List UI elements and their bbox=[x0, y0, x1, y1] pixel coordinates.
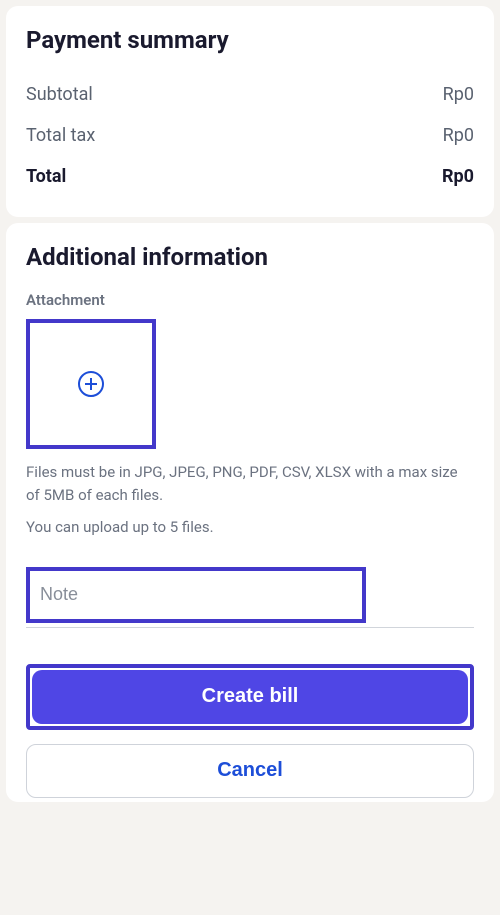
plus-circle-icon bbox=[78, 371, 104, 397]
payment-summary-card: Payment summary Subtotal Rp0 Total tax R… bbox=[6, 6, 494, 217]
upload-limit-hint: You can upload up to 5 files. bbox=[26, 516, 474, 539]
subtotal-row: Subtotal Rp0 bbox=[26, 74, 474, 115]
total-tax-label: Total tax bbox=[26, 125, 95, 146]
additional-info-title: Additional information bbox=[26, 243, 474, 271]
total-label: Total bbox=[26, 166, 66, 187]
create-bill-button[interactable]: Create bill bbox=[32, 670, 468, 724]
total-row: Total Rp0 bbox=[26, 156, 474, 197]
action-buttons: Create bill Cancel bbox=[26, 664, 474, 798]
subtotal-label: Subtotal bbox=[26, 84, 93, 105]
cancel-button[interactable]: Cancel bbox=[26, 744, 474, 798]
payment-summary-title: Payment summary bbox=[26, 26, 474, 54]
total-value: Rp0 bbox=[442, 166, 474, 187]
file-format-hint: Files must be in JPG, JPEG, PNG, PDF, CS… bbox=[26, 461, 474, 506]
total-tax-row: Total tax Rp0 bbox=[26, 115, 474, 156]
note-input[interactable] bbox=[30, 584, 362, 605]
note-underline bbox=[26, 627, 474, 628]
note-field-wrap[interactable] bbox=[26, 567, 366, 623]
attachment-upload-box[interactable] bbox=[26, 319, 156, 449]
additional-info-card: Additional information Attachment Files … bbox=[6, 223, 494, 802]
attachment-label: Attachment bbox=[26, 291, 474, 309]
create-button-highlight: Create bill bbox=[26, 664, 474, 730]
total-tax-value: Rp0 bbox=[443, 125, 474, 146]
subtotal-value: Rp0 bbox=[443, 84, 474, 105]
